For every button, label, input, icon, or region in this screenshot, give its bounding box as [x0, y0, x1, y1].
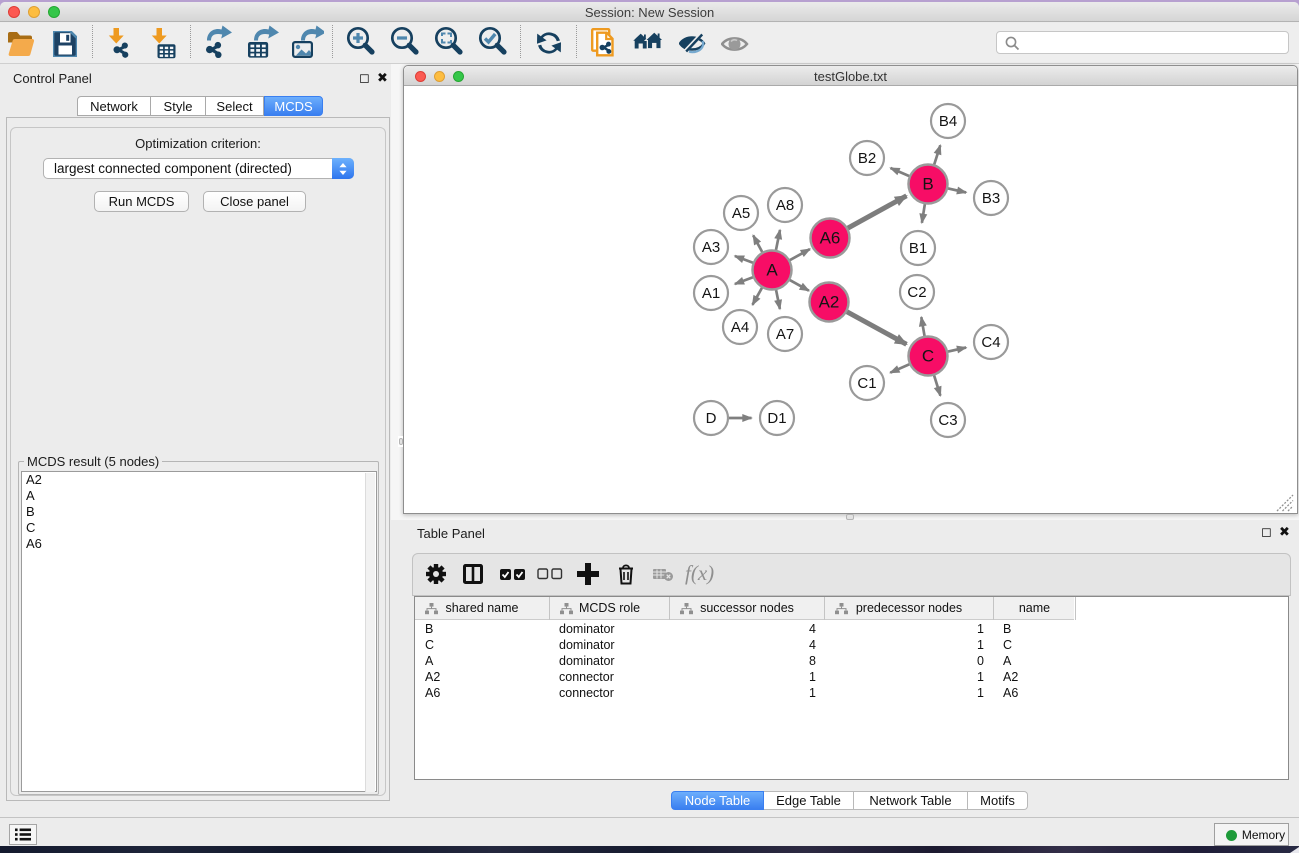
svg-text:B: B — [922, 175, 933, 194]
svg-text:D1: D1 — [767, 410, 786, 427]
svg-text:A: A — [766, 261, 778, 280]
svg-text:D: D — [706, 410, 717, 427]
svg-text:A6: A6 — [820, 229, 841, 248]
svg-text:A3: A3 — [702, 239, 720, 256]
svg-text:A2: A2 — [819, 293, 840, 312]
svg-text:A7: A7 — [776, 326, 794, 343]
svg-text:A4: A4 — [731, 319, 749, 336]
svg-text:C: C — [922, 347, 934, 366]
svg-text:C4: C4 — [981, 334, 1000, 351]
svg-text:A1: A1 — [702, 285, 720, 302]
svg-text:C3: C3 — [938, 412, 957, 429]
svg-text:C1: C1 — [857, 375, 876, 392]
svg-text:A8: A8 — [776, 197, 794, 214]
svg-text:B1: B1 — [909, 240, 927, 257]
svg-text:B3: B3 — [982, 190, 1000, 207]
svg-text:A5: A5 — [732, 205, 750, 222]
svg-text:C2: C2 — [907, 284, 926, 301]
svg-text:B4: B4 — [939, 113, 957, 130]
svg-text:B2: B2 — [858, 150, 876, 167]
